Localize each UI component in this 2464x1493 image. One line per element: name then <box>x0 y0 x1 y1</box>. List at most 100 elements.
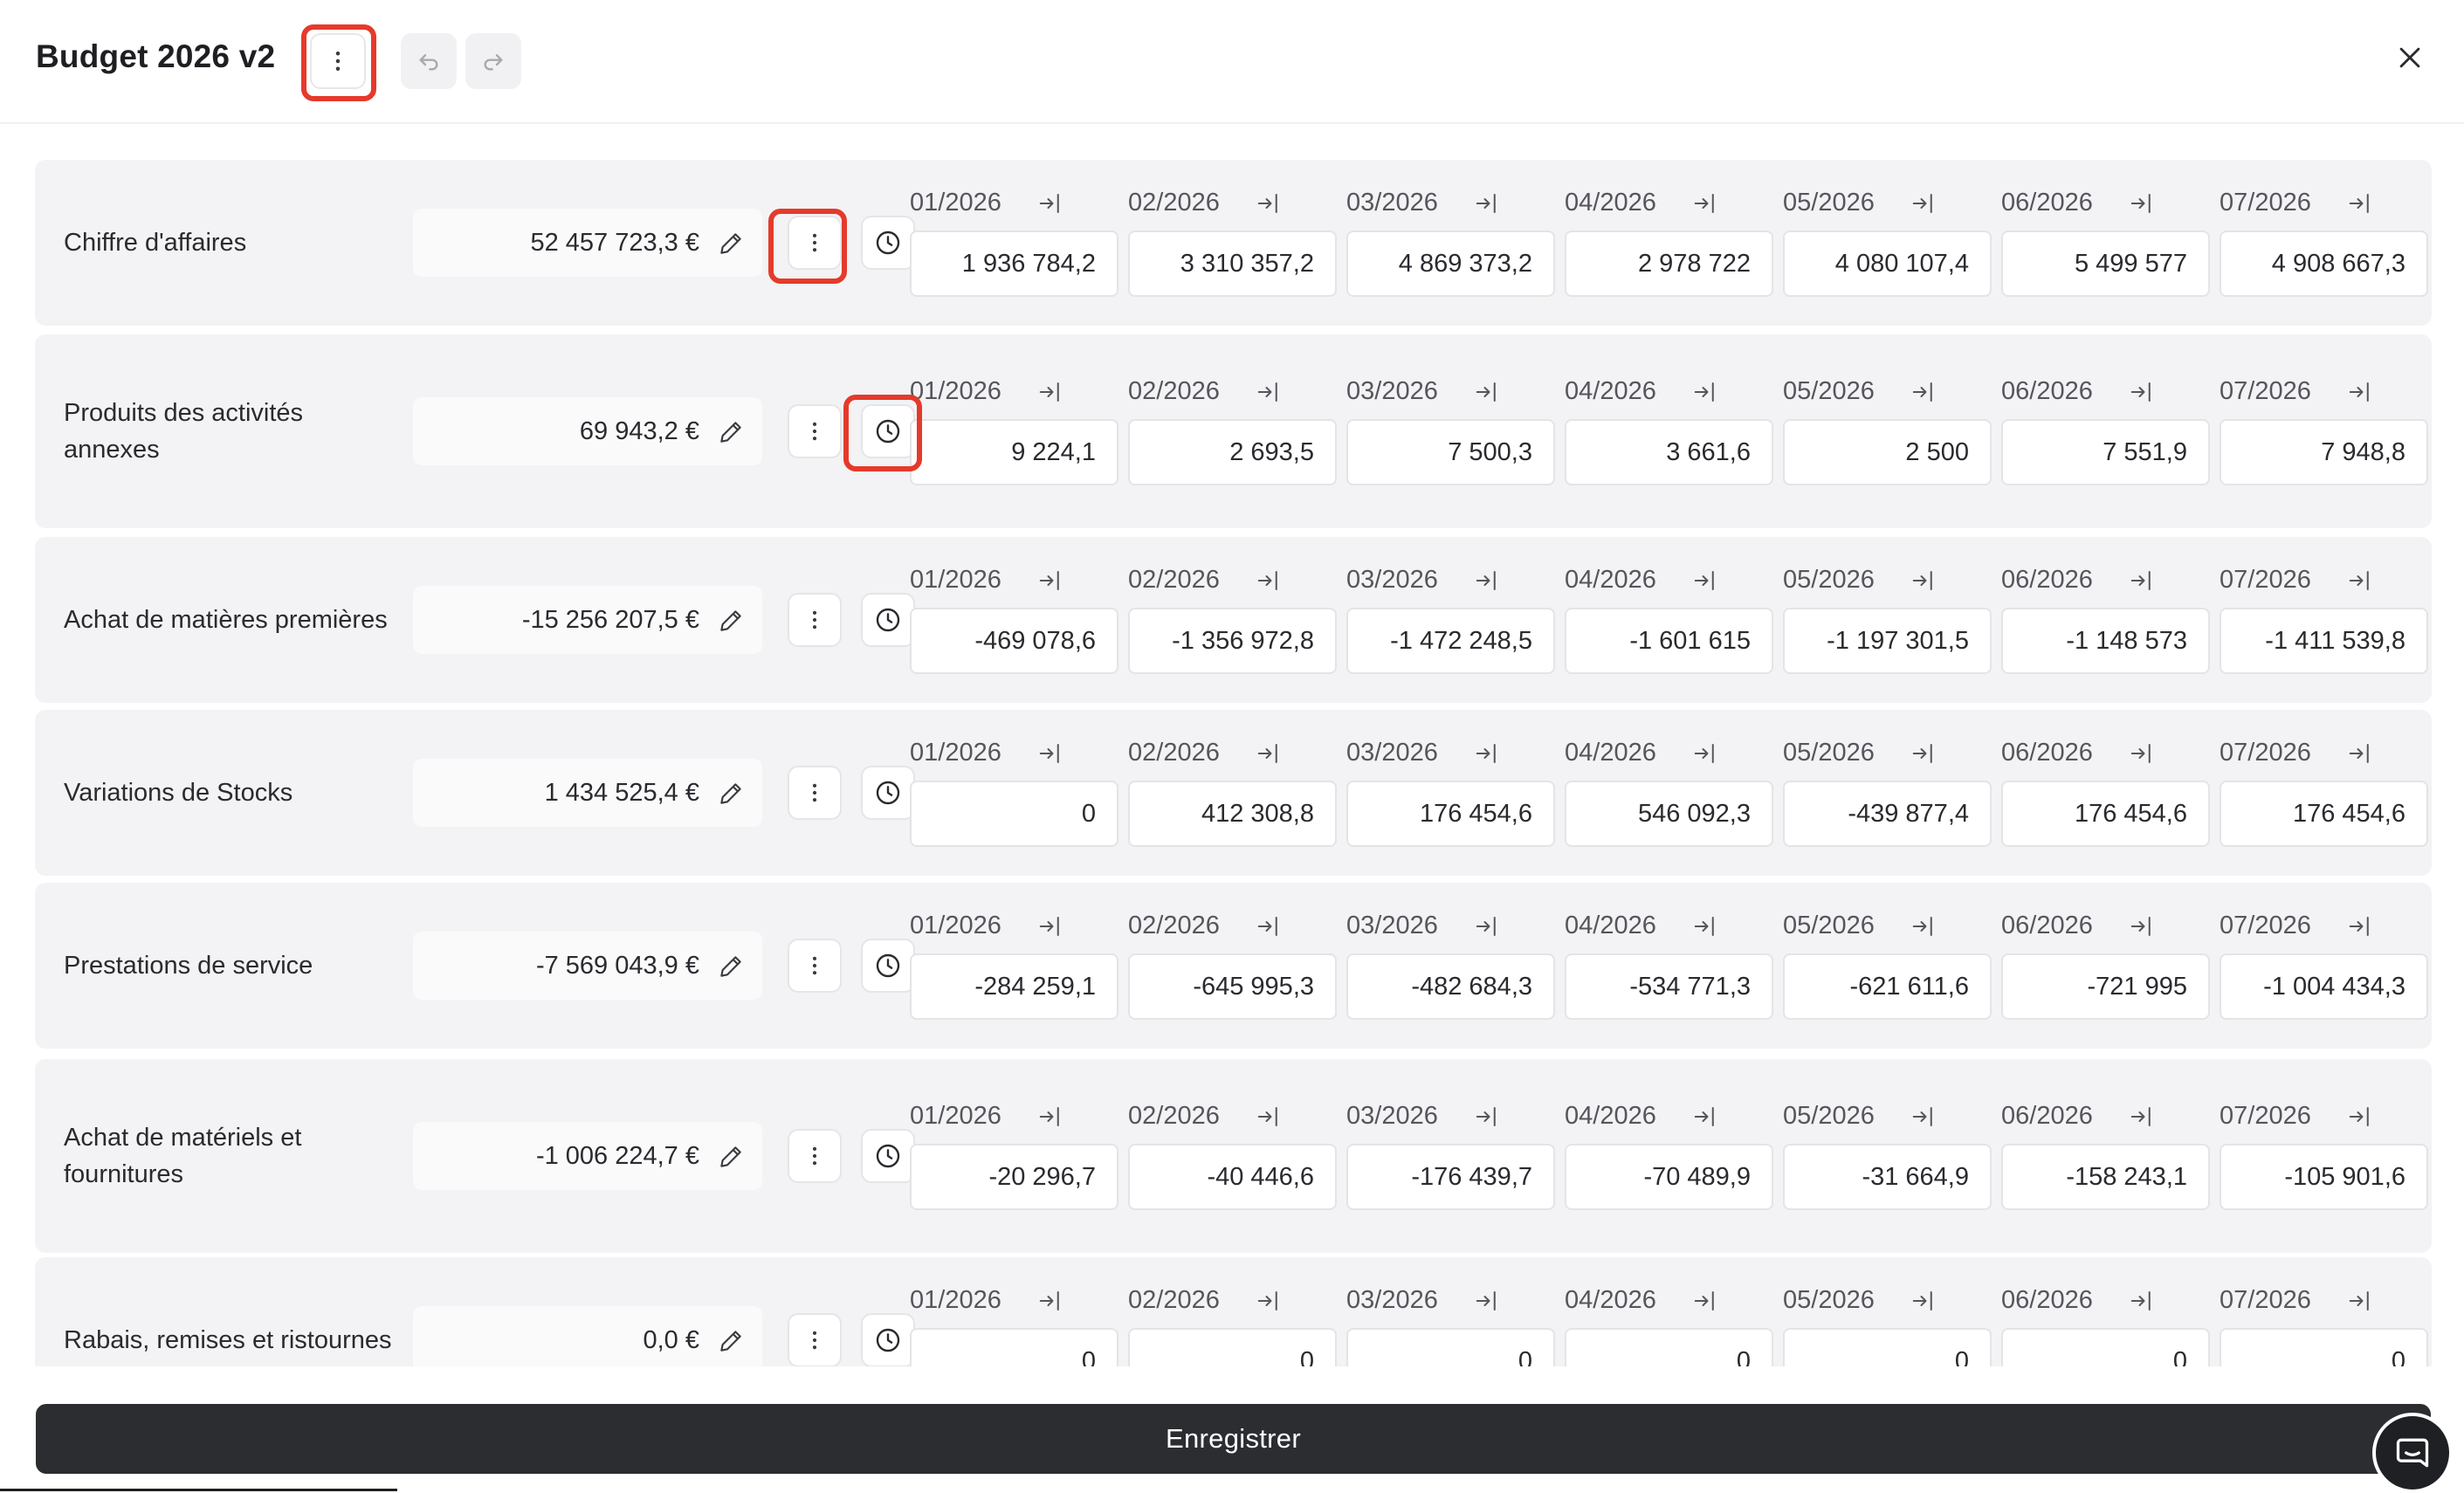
month-value-input[interactable]: 0 <box>1783 1328 1992 1366</box>
row-total-field[interactable]: -1 006 224,7 € <box>413 1122 762 1190</box>
pencil-icon[interactable] <box>717 230 745 258</box>
arrow-right-to-line-icon[interactable] <box>1910 913 1937 939</box>
arrow-right-to-line-icon[interactable] <box>1910 568 1937 594</box>
month-value-input[interactable]: 2 978 722 <box>1565 230 1773 297</box>
arrow-right-to-line-icon[interactable] <box>1474 1104 1500 1130</box>
row-options-button[interactable] <box>788 1129 842 1183</box>
row-history-button[interactable] <box>861 1129 915 1183</box>
month-value-input[interactable]: -70 489,9 <box>1565 1144 1773 1210</box>
month-value-input[interactable]: 7 551,9 <box>2001 419 2210 485</box>
month-value-input[interactable]: 5 499 577 <box>2001 230 2210 297</box>
month-value-input[interactable]: -158 243,1 <box>2001 1144 2210 1210</box>
chat-launcher-button[interactable] <box>2372 1413 2453 1493</box>
month-value-input[interactable]: 0 <box>2001 1328 2210 1366</box>
row-total-field[interactable]: 1 434 525,4 € <box>413 759 762 827</box>
month-value-input[interactable]: 176 454,6 <box>2001 781 2210 847</box>
month-value-input[interactable]: 0 <box>910 1328 1118 1366</box>
row-history-button[interactable] <box>861 404 915 458</box>
arrow-right-to-line-icon[interactable] <box>1037 740 1063 767</box>
arrow-right-to-line-icon[interactable] <box>1692 1104 1718 1130</box>
arrow-right-to-line-icon[interactable] <box>2347 568 2373 594</box>
month-value-input[interactable]: -40 446,6 <box>1128 1144 1337 1210</box>
arrow-right-to-line-icon[interactable] <box>1474 379 1500 405</box>
month-value-input[interactable]: 3 661,6 <box>1565 419 1773 485</box>
month-value-input[interactable]: -1 601 615 <box>1565 608 1773 674</box>
row-total-field[interactable]: 52 457 723,3 € <box>413 209 762 277</box>
pencil-icon[interactable] <box>717 1143 745 1171</box>
pencil-icon[interactable] <box>717 418 745 446</box>
month-value-input[interactable]: -721 995 <box>2001 953 2210 1020</box>
month-value-input[interactable]: -105 901,6 <box>2220 1144 2428 1210</box>
month-value-input[interactable]: -1 411 539,8 <box>2220 608 2428 674</box>
month-value-input[interactable]: 4 080 107,4 <box>1783 230 1992 297</box>
row-options-button[interactable] <box>788 593 842 647</box>
arrow-right-to-line-icon[interactable] <box>1256 379 1282 405</box>
row-options-button[interactable] <box>788 216 842 270</box>
month-value-input[interactable]: -1 004 434,3 <box>2220 953 2428 1020</box>
row-options-button[interactable] <box>788 1313 842 1366</box>
pencil-icon[interactable] <box>717 607 745 635</box>
arrow-right-to-line-icon[interactable] <box>1692 568 1718 594</box>
row-history-button[interactable] <box>861 766 915 820</box>
month-value-input[interactable]: 2 500 <box>1783 419 1992 485</box>
month-value-input[interactable]: 3 310 357,2 <box>1128 230 1337 297</box>
month-value-input[interactable]: 1 936 784,2 <box>910 230 1118 297</box>
arrow-right-to-line-icon[interactable] <box>1037 913 1063 939</box>
month-value-input[interactable]: -469 078,6 <box>910 608 1118 674</box>
arrow-right-to-line-icon[interactable] <box>1910 190 1937 217</box>
arrow-right-to-line-icon[interactable] <box>1692 190 1718 217</box>
arrow-right-to-line-icon[interactable] <box>1037 190 1063 217</box>
arrow-right-to-line-icon[interactable] <box>1474 1288 1500 1314</box>
month-value-input[interactable]: -1 472 248,5 <box>1346 608 1555 674</box>
row-history-button[interactable] <box>861 1313 915 1366</box>
arrow-right-to-line-icon[interactable] <box>2347 1104 2373 1130</box>
arrow-right-to-line-icon[interactable] <box>2347 379 2373 405</box>
month-value-input[interactable]: -20 296,7 <box>910 1144 1118 1210</box>
row-total-field[interactable]: 0,0 € <box>413 1306 762 1366</box>
month-value-input[interactable]: 7 948,8 <box>2220 419 2428 485</box>
row-total-field[interactable]: 69 943,2 € <box>413 397 762 465</box>
arrow-right-to-line-icon[interactable] <box>1692 740 1718 767</box>
arrow-right-to-line-icon[interactable] <box>1910 1288 1937 1314</box>
row-history-button[interactable] <box>861 593 915 647</box>
month-value-input[interactable]: 0 <box>1565 1328 1773 1366</box>
arrow-right-to-line-icon[interactable] <box>2347 740 2373 767</box>
row-total-field[interactable]: -7 569 043,9 € <box>413 932 762 1000</box>
arrow-right-to-line-icon[interactable] <box>1256 1104 1282 1130</box>
month-value-input[interactable]: 4 869 373,2 <box>1346 230 1555 297</box>
arrow-right-to-line-icon[interactable] <box>1692 379 1718 405</box>
arrow-right-to-line-icon[interactable] <box>2129 379 2155 405</box>
row-history-button[interactable] <box>861 216 915 270</box>
month-value-input[interactable]: -534 771,3 <box>1565 953 1773 1020</box>
month-value-input[interactable]: -482 684,3 <box>1346 953 1555 1020</box>
arrow-right-to-line-icon[interactable] <box>1256 913 1282 939</box>
arrow-right-to-line-icon[interactable] <box>2129 740 2155 767</box>
arrow-right-to-line-icon[interactable] <box>1037 379 1063 405</box>
redo-button[interactable] <box>465 33 521 89</box>
save-button[interactable]: Enregistrer <box>36 1404 2431 1474</box>
arrow-right-to-line-icon[interactable] <box>1256 190 1282 217</box>
month-value-input[interactable]: 2 693,5 <box>1128 419 1337 485</box>
month-value-input[interactable]: -645 995,3 <box>1128 953 1337 1020</box>
month-value-input[interactable]: -1 197 301,5 <box>1783 608 1992 674</box>
row-total-field[interactable]: -15 256 207,5 € <box>413 586 762 654</box>
pencil-icon[interactable] <box>717 1327 745 1355</box>
month-value-input[interactable]: -1 148 573 <box>2001 608 2210 674</box>
row-options-button[interactable] <box>788 766 842 820</box>
pencil-icon[interactable] <box>717 780 745 808</box>
month-value-input[interactable]: -176 439,7 <box>1346 1144 1555 1210</box>
month-value-input[interactable]: 4 908 667,3 <box>2220 230 2428 297</box>
arrow-right-to-line-icon[interactable] <box>1037 1288 1063 1314</box>
arrow-right-to-line-icon[interactable] <box>1910 740 1937 767</box>
month-value-input[interactable]: 0 <box>1346 1328 1555 1366</box>
row-history-button[interactable] <box>861 939 915 993</box>
row-options-button[interactable] <box>788 404 842 458</box>
month-value-input[interactable]: -1 356 972,8 <box>1128 608 1337 674</box>
arrow-right-to-line-icon[interactable] <box>2129 568 2155 594</box>
month-value-input[interactable]: 412 308,8 <box>1128 781 1337 847</box>
close-button[interactable] <box>2385 33 2434 82</box>
arrow-right-to-line-icon[interactable] <box>1474 568 1500 594</box>
arrow-right-to-line-icon[interactable] <box>1037 568 1063 594</box>
month-value-input[interactable]: 7 500,3 <box>1346 419 1555 485</box>
arrow-right-to-line-icon[interactable] <box>1474 740 1500 767</box>
